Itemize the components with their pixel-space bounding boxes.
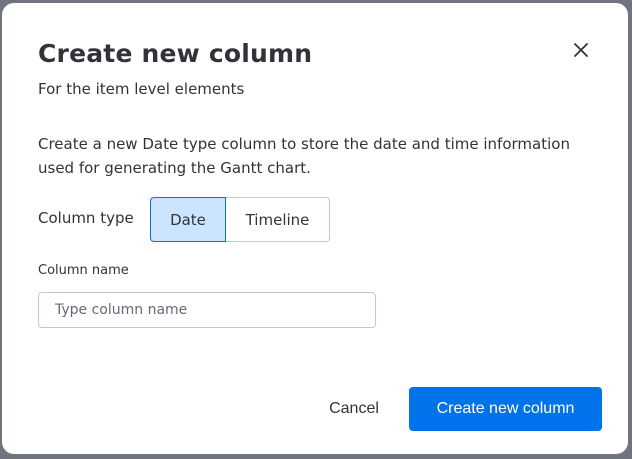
column-name-label: Column name xyxy=(38,263,129,278)
dialog-title: Create new column xyxy=(38,39,313,68)
dialog-subtitle: For the item level elements xyxy=(38,80,245,98)
create-column-dialog: Create new column For the item level ele… xyxy=(2,3,628,454)
column-type-timeline-button[interactable]: Timeline xyxy=(226,197,330,242)
column-name-input[interactable] xyxy=(38,292,376,328)
cancel-button[interactable]: Cancel xyxy=(316,387,392,431)
dialog-description: Create a new Date type column to store t… xyxy=(38,135,570,177)
create-column-button[interactable]: Create new column xyxy=(409,387,602,431)
close-button[interactable] xyxy=(564,33,598,67)
column-type-selector: Date Timeline xyxy=(150,197,330,242)
column-type-label: Column type xyxy=(38,209,134,227)
close-icon xyxy=(574,43,588,57)
column-type-date-button[interactable]: Date xyxy=(150,197,226,242)
